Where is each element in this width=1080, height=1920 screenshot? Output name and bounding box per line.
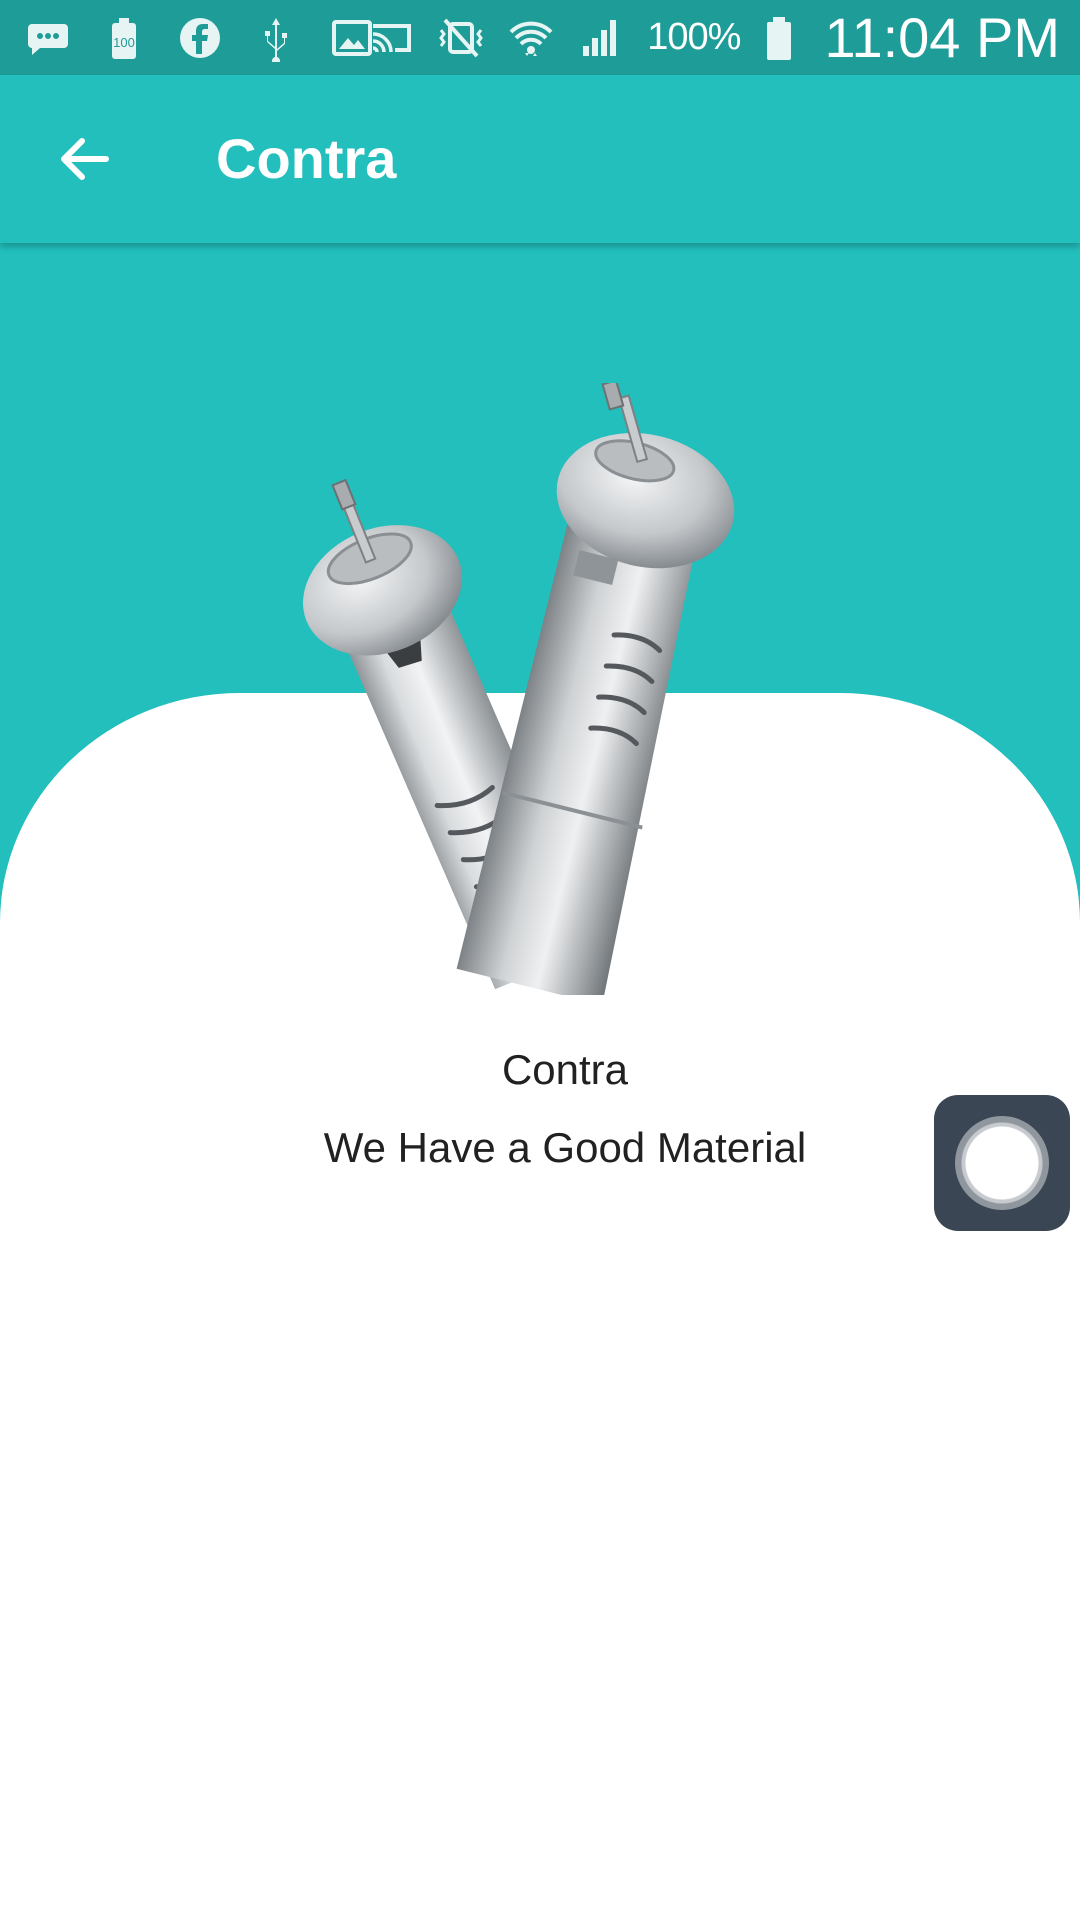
product-tagline: We Have a Good Material [323, 1124, 807, 1171]
status-bar: 100 100% 11:04 PM [0, 0, 1080, 75]
clock: 11:04 PM [824, 6, 1060, 69]
battery-percent: 100% [647, 16, 741, 58]
battery-saver-icon: 100 [100, 14, 148, 62]
message-icon [24, 14, 72, 62]
battery-saver-label: 100 [113, 35, 135, 50]
signal-icon [577, 14, 625, 62]
hero-section [0, 243, 1080, 1393]
product-image [280, 383, 800, 995]
product-name: Contra [501, 1046, 629, 1093]
arrow-back-icon [56, 131, 112, 187]
assistive-touch-icon [955, 1116, 1049, 1210]
wifi-icon [507, 14, 555, 62]
cast-icon [367, 14, 415, 62]
back-button[interactable] [34, 109, 134, 209]
floating-assistive-button[interactable] [934, 1095, 1070, 1231]
facebook-icon [176, 14, 224, 62]
vibrate-icon [437, 14, 485, 62]
status-icons-left: 100 [24, 0, 376, 75]
status-icons-right: 100% 11:04 PM [367, 0, 1060, 75]
battery-icon [762, 14, 796, 62]
page-title: Contra [216, 127, 397, 190]
usb-icon [252, 14, 300, 62]
screen: 100 100% 11:04 PM Contra Contra We Have … [0, 0, 1080, 1920]
app-bar: Contra [0, 75, 1080, 243]
